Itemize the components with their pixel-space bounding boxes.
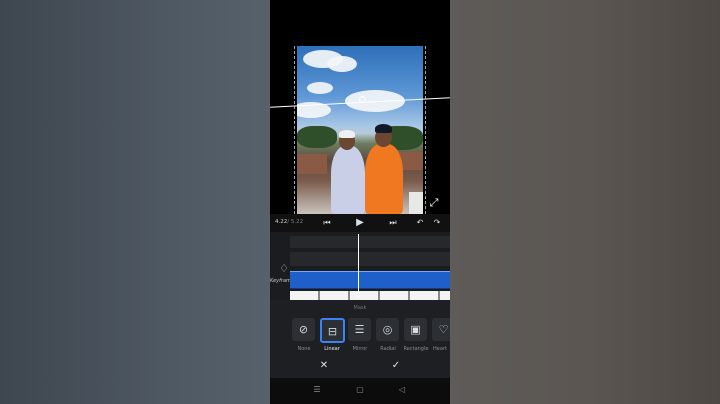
none-icon: ⊘ [298, 323, 309, 336]
heart-mask-icon: ♡ [438, 323, 449, 336]
rectangle-mask-icon: ▣ [410, 323, 421, 336]
keyframe-icon[interactable]: ♢ [277, 262, 291, 276]
radial-mask-icon: ◎ [382, 323, 393, 336]
redo-icon[interactable]: ↷ [432, 218, 442, 228]
home-icon[interactable]: ▢ [354, 384, 366, 396]
mask-option-label: Radial [380, 346, 396, 352]
track-lane [290, 252, 450, 266]
video-filmstrip[interactable] [290, 291, 450, 300]
skip-back-icon[interactable]: ⏮ [322, 218, 332, 228]
mask-option-label: Mirror [352, 346, 368, 352]
back-icon[interactable]: ◁ [396, 384, 408, 396]
preview-photo [297, 46, 423, 214]
confirm-icon[interactable]: ✓ [389, 359, 403, 373]
mask-center-handle[interactable] [359, 96, 366, 103]
mask-clip-track[interactable] [290, 271, 450, 289]
mask-option-rectangle[interactable]: ▣ [404, 318, 427, 341]
play-icon[interactable]: ▶ [354, 217, 366, 229]
track-lane [290, 236, 450, 248]
current-time: 4.22 [275, 219, 288, 225]
time-display: 4.22/ 5.22 [275, 219, 303, 225]
crop-guide-right [425, 46, 426, 214]
mask-panel-title: Mask [353, 305, 367, 311]
phone-screen: ⤢ 4.22/ 5.22 ⏮ ▶ ⏭ ↶ ↷ ♢ Keyframe Mask ⊘… [270, 0, 450, 404]
mask-option-none[interactable]: ⊘ [292, 318, 315, 341]
undo-icon[interactable]: ↶ [415, 218, 425, 228]
linear-mask-icon: ⊟ [327, 325, 338, 338]
mask-option-radial[interactable]: ◎ [376, 318, 399, 341]
blurred-background-right [450, 0, 720, 404]
mask-option-label: None [297, 346, 311, 352]
crop-guide-left [294, 46, 295, 214]
fullscreen-icon[interactable]: ⤢ [428, 197, 440, 209]
mask-option-heart[interactable]: ♡ [432, 318, 450, 341]
mask-option-label: Linear [324, 346, 340, 352]
skip-forward-icon[interactable]: ⏭ [388, 218, 398, 228]
blurred-background-left [0, 0, 270, 404]
video-preview: ⤢ [270, 0, 450, 214]
recents-icon[interactable]: ☰ [311, 384, 323, 396]
mask-option-label: Heart [433, 346, 447, 352]
playhead[interactable] [358, 234, 359, 298]
mask-option-label: Rectangle [403, 346, 429, 352]
mask-option-mirror[interactable]: ☰ [348, 318, 371, 341]
mask-option-linear[interactable]: ⊟ [320, 318, 345, 343]
cancel-icon[interactable]: ✕ [317, 359, 331, 373]
mirror-mask-icon: ☰ [354, 323, 365, 336]
total-time: / 5.22 [287, 219, 304, 225]
